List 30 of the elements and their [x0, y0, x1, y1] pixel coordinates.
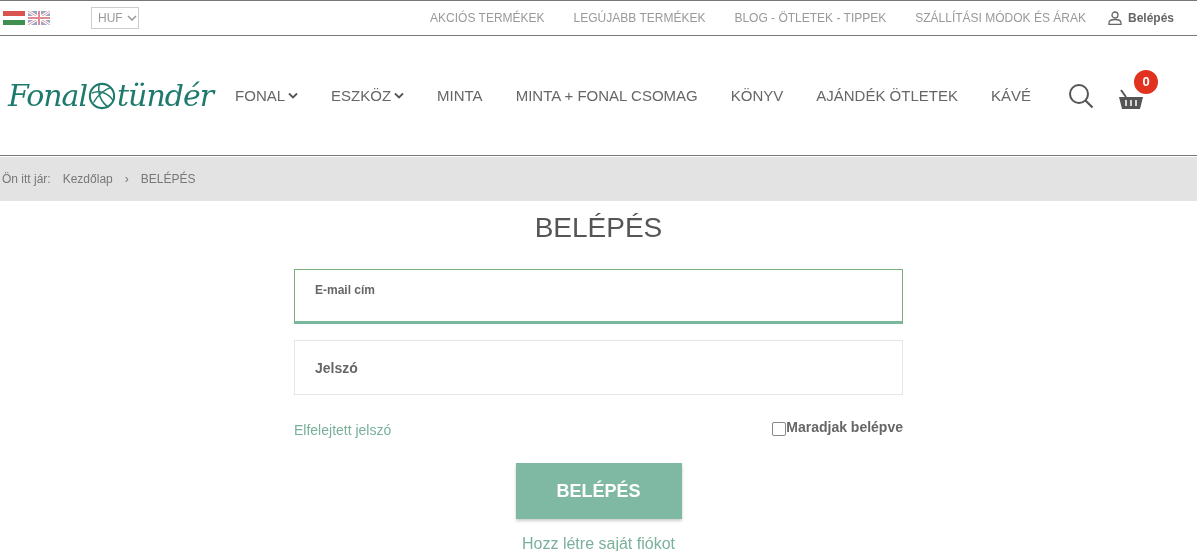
nav-menu-item[interactable]: AJÁNDÉK ÖTLETEK: [816, 87, 958, 104]
login-link[interactable]: Belépés: [1107, 11, 1174, 25]
top-menu-link[interactable]: AKCIÓS TERMÉKEK: [430, 11, 545, 25]
nav-menu-item[interactable]: MINTA + FONAL CSOMAG: [515, 87, 698, 104]
chevron-down-icon: [288, 92, 299, 99]
logo[interactable]: Fonal tündér: [6, 74, 220, 117]
nav-menu-item[interactable]: FONAL: [235, 87, 299, 104]
chevron-down-icon: [394, 92, 405, 99]
chevron-down-icon: [126, 15, 137, 21]
british-flag-icon[interactable]: [28, 11, 50, 25]
hungarian-flag-icon[interactable]: [3, 11, 25, 25]
breadcrumb-link[interactable]: Kezdőlap: [62, 172, 113, 186]
top-menu-link[interactable]: SZÁLLÍTÁSI MÓDOK ÉS ÁRAK: [915, 11, 1086, 25]
breadcrumb-label: Ön itt jár:: [2, 172, 51, 186]
breadcrumb-separator: ›: [124, 172, 129, 186]
nav-menu-item[interactable]: ESZKÖZ: [331, 87, 405, 104]
top-menu-link[interactable]: BLOG - ÖTLETEK - TIPPEK: [734, 11, 887, 25]
remember-me-label[interactable]: Maradjak belépve: [786, 419, 903, 435]
basket-icon[interactable]: [1118, 87, 1144, 110]
nav-menu-item[interactable]: KÖNYV: [730, 87, 784, 104]
checkbox[interactable]: [772, 422, 787, 436]
breadcrumb-current: BELÉPÉS: [140, 172, 196, 186]
user-icon: [1107, 11, 1122, 25]
nav-menu-item[interactable]: MINTA: [437, 87, 483, 104]
page-title: BELÉPÉS: [533, 212, 664, 245]
email-field[interactable]: E-mail cím: [294, 269, 903, 324]
nav-menu-item[interactable]: KÁVÉ: [990, 87, 1031, 104]
password-field[interactable]: Jelszó: [294, 340, 903, 395]
search-icon[interactable]: [1068, 82, 1094, 109]
cart-count-badge: 0: [1134, 69, 1158, 94]
